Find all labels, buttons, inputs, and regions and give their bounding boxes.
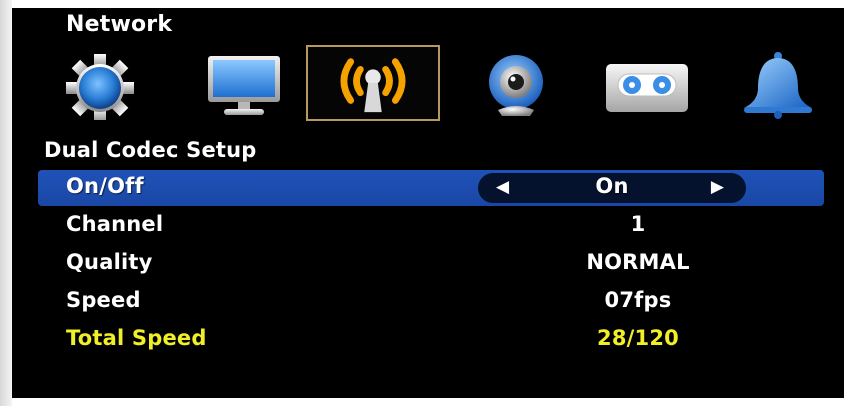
- setting-value: 28/120: [597, 326, 679, 350]
- setting-value: NORMAL: [586, 250, 690, 274]
- value-selector[interactable]: ◀ On ▶: [478, 173, 746, 203]
- setting-value: 1: [630, 212, 646, 236]
- setting-row-quality[interactable]: Quality NORMAL: [38, 246, 824, 282]
- dvr-osd-screen: Network Dual Codec Setup On/Off ◀ On ▶ C…: [12, 8, 844, 398]
- setting-label: Speed: [66, 288, 141, 312]
- page-title: Network: [66, 12, 173, 37]
- setting-row-channel[interactable]: Channel 1: [38, 208, 824, 244]
- setting-row-on-off[interactable]: On/Off ◀ On ▶: [38, 170, 824, 206]
- tape-recorder-icon: [606, 64, 688, 112]
- tab-system[interactable]: [54, 50, 154, 120]
- arrow-right-icon[interactable]: ▶: [711, 177, 724, 197]
- tab-camera[interactable]: [468, 50, 568, 120]
- setting-label: Channel: [66, 212, 164, 236]
- network-antenna-icon: [340, 58, 406, 113]
- setting-label: Quality: [66, 250, 153, 274]
- screen-bezel: [0, 0, 12, 406]
- webcam-icon: [489, 55, 543, 116]
- setting-label: Total Speed: [66, 326, 207, 350]
- tab-display[interactable]: [194, 50, 294, 120]
- setting-value: On: [595, 174, 629, 198]
- setting-value: 07fps: [604, 288, 672, 312]
- gear-icon: [66, 54, 134, 120]
- section-title: Dual Codec Setup: [44, 138, 257, 162]
- tab-network[interactable]: [306, 45, 440, 121]
- monitor-icon: [208, 56, 280, 115]
- setting-label: On/Off: [66, 174, 144, 198]
- setting-row-total-speed: Total Speed 28/120: [38, 322, 824, 358]
- setting-row-speed[interactable]: Speed 07fps: [38, 284, 824, 320]
- tab-record[interactable]: [596, 50, 696, 120]
- bell-icon: [744, 52, 812, 119]
- tab-alarm[interactable]: [728, 50, 828, 120]
